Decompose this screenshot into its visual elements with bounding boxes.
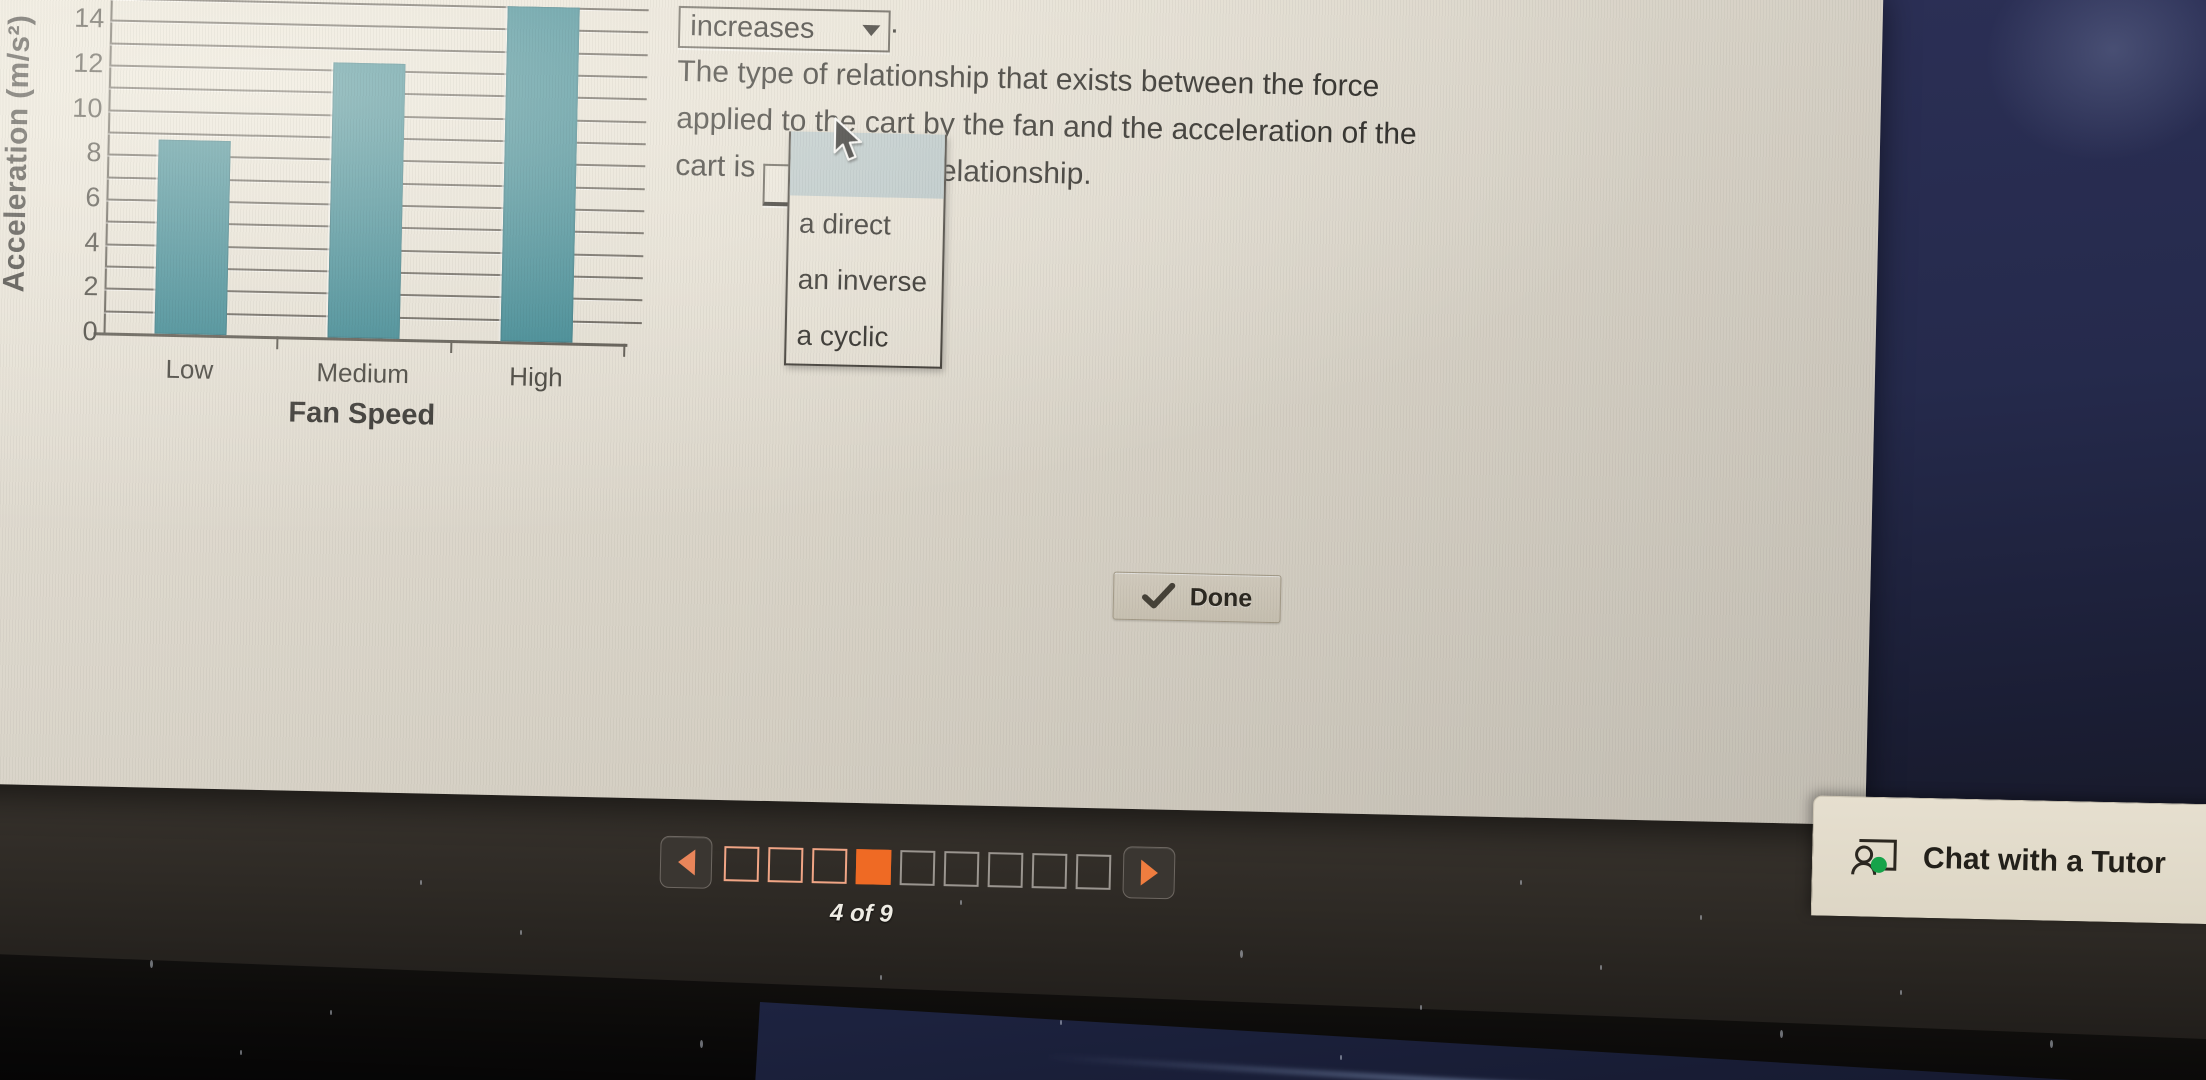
y-tick-mark-minor xyxy=(629,53,648,56)
chart-bar xyxy=(327,62,406,339)
y-tick-mark xyxy=(628,120,647,123)
y-tick-mark xyxy=(625,254,644,257)
chevron-down-icon xyxy=(862,24,881,37)
x-tick-mark xyxy=(449,340,453,354)
trailing-period: . xyxy=(890,6,900,40)
y-tick-label: 14 xyxy=(74,3,105,34)
question-line-3-suffix: relationship. xyxy=(929,153,1093,191)
check-icon xyxy=(1141,582,1176,609)
question-line-3-prefix: cart is xyxy=(674,148,756,184)
page-pip[interactable] xyxy=(987,851,1024,888)
next-page-button[interactable] xyxy=(1122,846,1176,900)
y-tick-mark-minor xyxy=(623,321,642,324)
y-axis-title: Acceleration (m/s²) xyxy=(0,14,37,293)
dropdown-option[interactable]: an inverse xyxy=(787,251,942,310)
dropdown-option-blank[interactable] xyxy=(789,131,946,199)
y-tick-mark-minor xyxy=(627,142,646,146)
photographed-screen-scene: Acceleration (m/s²) 0 2 4 6 8 10 12 14 Low Medium… xyxy=(0,0,2206,1080)
y-tick-mark xyxy=(626,209,645,213)
page-pip-list xyxy=(723,845,1112,890)
page-pip[interactable] xyxy=(1031,852,1068,889)
person-chat-icon xyxy=(1847,834,1902,881)
prev-page-button[interactable] xyxy=(659,835,713,889)
y-tick-label: 6 xyxy=(85,181,101,213)
chart-bar xyxy=(500,6,581,343)
y-tick-label: 2 xyxy=(83,271,99,302)
question-text: increases . The type of relationship tha… xyxy=(674,0,1417,219)
x-tick-mark xyxy=(623,343,626,357)
done-button[interactable]: Done xyxy=(1112,571,1282,624)
dropdown-option[interactable]: a cyclic xyxy=(786,307,941,366)
trend-dropdown[interactable]: increases xyxy=(677,5,891,53)
page-pip[interactable] xyxy=(1075,853,1112,890)
quiz-page: Acceleration (m/s²) 0 2 4 6 8 10 12 14 Low Medium… xyxy=(0,0,1417,632)
x-tick-mark xyxy=(276,336,279,350)
x-axis-title: Fan Speed xyxy=(288,396,436,432)
trend-dropdown-value: increases xyxy=(690,10,815,45)
y-tick-mark-minor xyxy=(630,8,649,12)
y-tick-mark xyxy=(624,299,643,302)
bar-chart: Acceleration (m/s²) 0 2 4 6 8 10 12 14 Low Medium… xyxy=(0,0,659,470)
done-button-label: Done xyxy=(1189,582,1253,613)
chart-plot-region: 0 2 4 6 8 10 12 14 Low Medium High xyxy=(72,0,649,392)
dropdown-option[interactable]: a direct xyxy=(788,195,943,254)
mouse-cursor-icon xyxy=(833,117,862,161)
screen-surface: Acceleration (m/s²) 0 2 4 6 8 10 12 14 Low Medium… xyxy=(0,0,1884,825)
page-pip[interactable] xyxy=(767,846,804,883)
y-tick-label: 8 xyxy=(86,137,102,168)
y-tick-mark xyxy=(627,165,646,168)
y-tick-label: 10 xyxy=(72,92,103,123)
page-pip[interactable] xyxy=(943,850,980,887)
y-axis-line xyxy=(103,0,114,335)
page-pip[interactable] xyxy=(723,845,760,882)
relationship-dropdown-options[interactable]: a direct an inverse a cyclic xyxy=(783,131,948,369)
x-tick-label: Medium xyxy=(316,357,410,390)
page-pip[interactable] xyxy=(899,849,936,886)
wall-sheen xyxy=(1958,0,2206,192)
y-tick-mark xyxy=(629,75,648,79)
y-tick-label: 0 xyxy=(82,315,98,347)
page-pip[interactable] xyxy=(855,848,892,885)
chat-with-tutor-label: Chat with a Tutor xyxy=(1922,841,2167,880)
y-tick-label: 12 xyxy=(73,47,104,79)
triangle-right-icon xyxy=(1140,859,1158,886)
y-tick-label: 4 xyxy=(84,226,100,257)
chart-bar xyxy=(154,139,231,336)
y-tick-mark-minor xyxy=(628,98,647,101)
triangle-left-icon xyxy=(677,849,695,876)
y-tick-mark-minor xyxy=(624,276,643,280)
x-tick-label: High xyxy=(508,361,564,393)
y-tick-mark xyxy=(630,31,649,34)
y-tick-mark-minor xyxy=(625,232,644,235)
page-pip[interactable] xyxy=(811,847,848,884)
pagination-bar xyxy=(659,832,1220,905)
x-tick-label: Low xyxy=(165,353,214,385)
y-tick-mark-minor xyxy=(626,187,645,190)
page-counter: 4 of 9 xyxy=(829,899,893,928)
chat-with-tutor-button[interactable]: Chat with a Tutor xyxy=(1810,795,2206,925)
